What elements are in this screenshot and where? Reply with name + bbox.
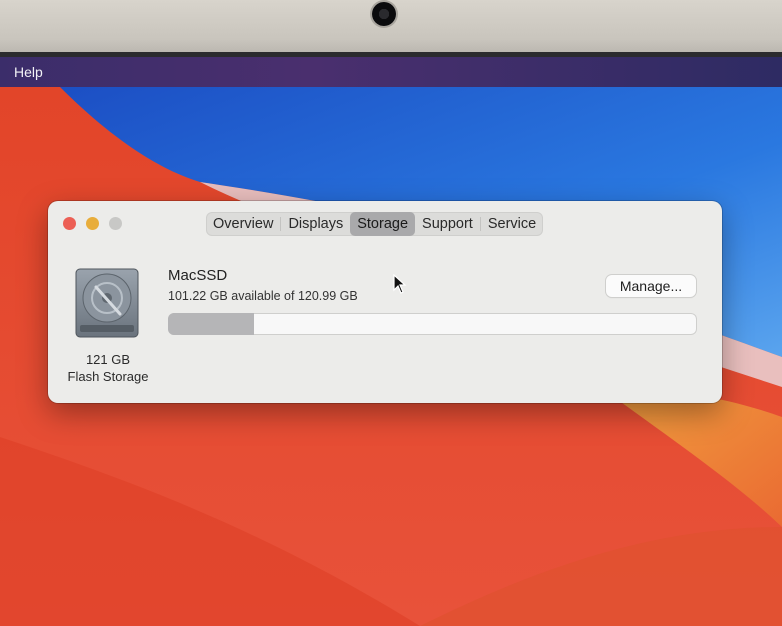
tab-storage[interactable]: Storage bbox=[350, 212, 416, 236]
tab-displays[interactable]: Displays bbox=[281, 212, 350, 236]
about-this-mac-window: Overview Displays Storage Support Servic… bbox=[48, 201, 722, 403]
storage-usage-bar bbox=[168, 313, 697, 335]
minimize-button[interactable] bbox=[86, 217, 99, 230]
close-button[interactable] bbox=[63, 217, 76, 230]
webcam bbox=[372, 2, 396, 26]
tab-service[interactable]: Service bbox=[481, 212, 543, 236]
manage-button[interactable]: Manage... bbox=[606, 275, 696, 297]
storage-used-segment bbox=[168, 313, 255, 335]
tab-bar: Overview Displays Storage Support Servic… bbox=[206, 212, 544, 236]
mouse-pointer-icon bbox=[393, 274, 407, 294]
tab-support[interactable]: Support bbox=[415, 212, 480, 236]
laptop-bezel bbox=[0, 0, 782, 57]
zoom-button[interactable] bbox=[109, 217, 122, 230]
volume-name: MacSSD bbox=[168, 267, 228, 284]
hard-drive-icon bbox=[75, 268, 139, 338]
tab-overview[interactable]: Overview bbox=[206, 212, 280, 236]
desktop-screen: Help Overview Displays Storage Support S… bbox=[0, 57, 782, 626]
volume-available: 101.22 GB available of 120.99 GB bbox=[168, 289, 358, 303]
disk-type: Flash Storage bbox=[67, 369, 149, 384]
disk-caption: 121 GB Flash Storage bbox=[56, 351, 160, 385]
menu-help[interactable]: Help bbox=[14, 64, 43, 80]
disk-size: 121 GB bbox=[85, 352, 131, 367]
menu-bar: Help bbox=[0, 57, 782, 87]
